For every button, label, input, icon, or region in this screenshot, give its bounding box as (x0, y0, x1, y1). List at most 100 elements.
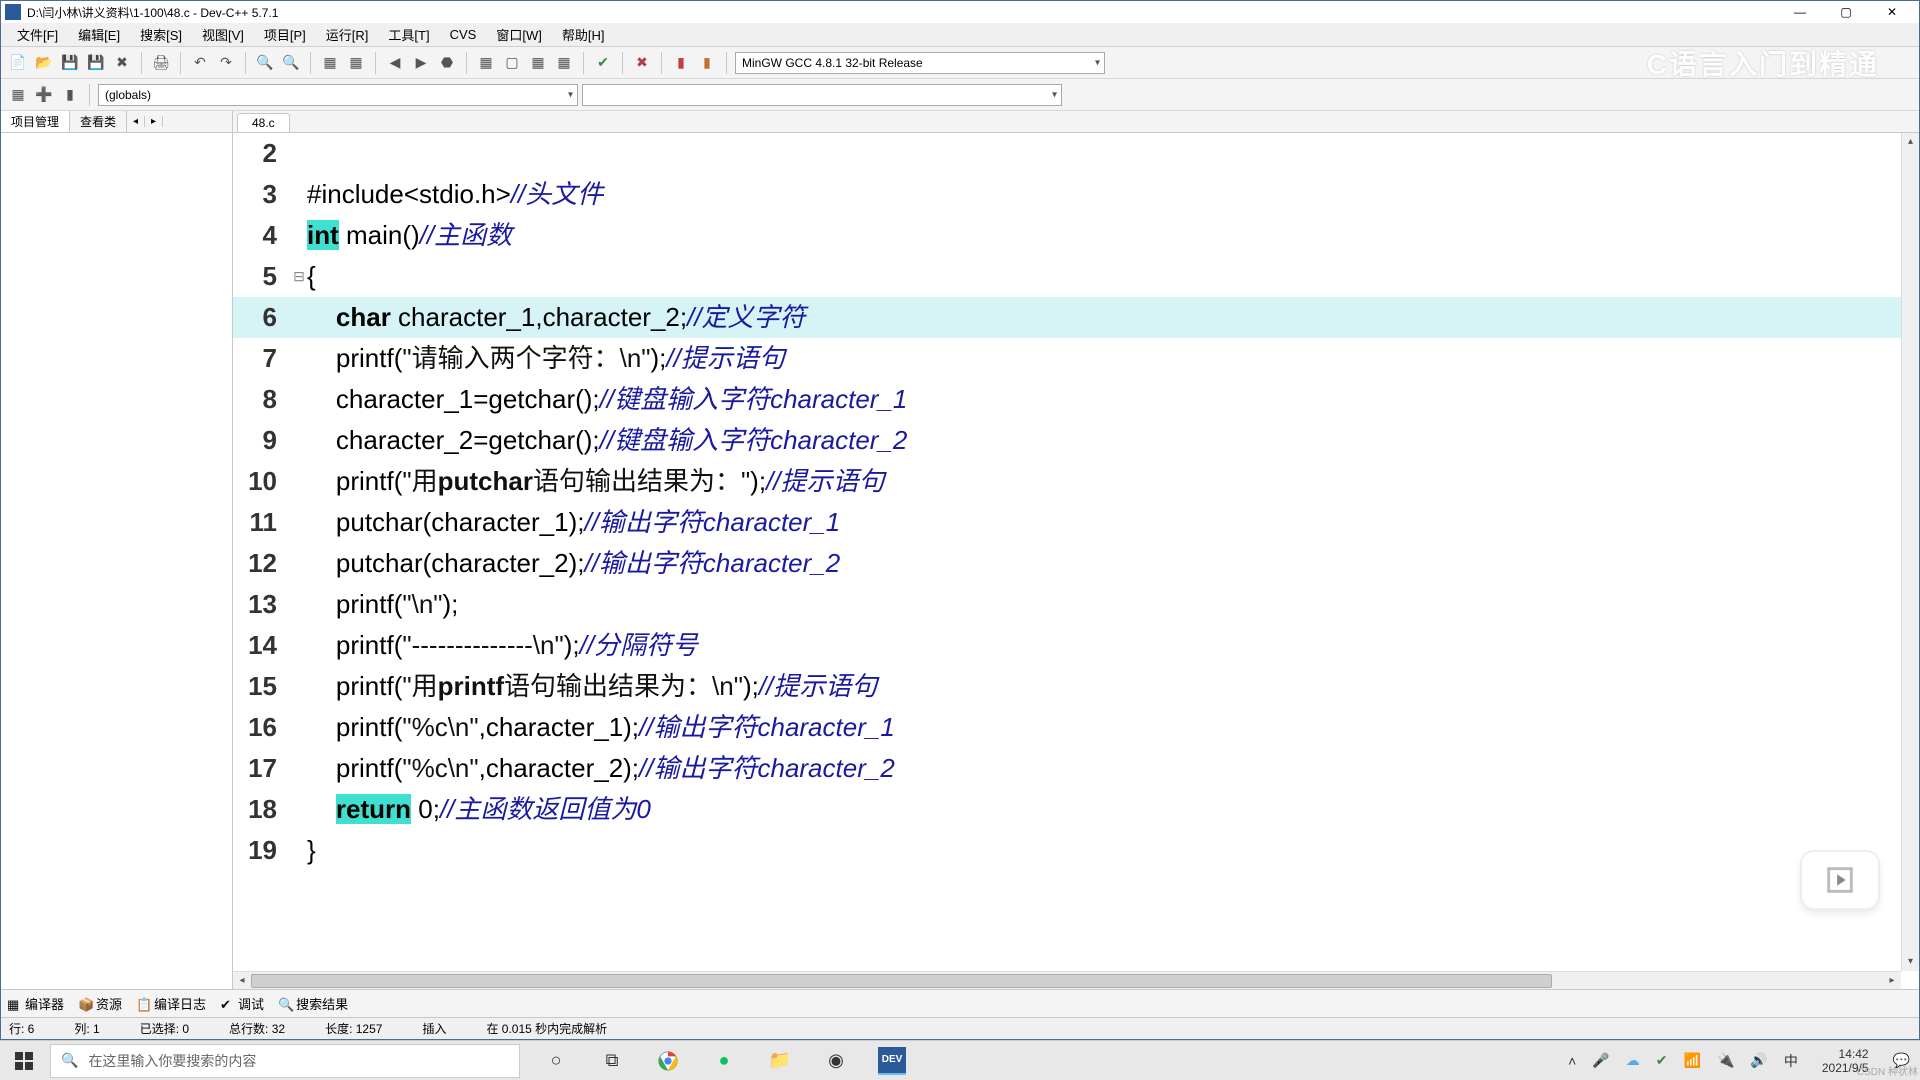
code-line[interactable]: 15 printf("用printf语句输出结果为：\n");//提示语句 (233, 666, 1901, 707)
close-file-icon[interactable]: ✖ (111, 52, 133, 74)
code-line[interactable]: 14 printf("--------------\n");//分隔符号 (233, 625, 1901, 666)
output-tab[interactable]: 🔍搜索结果 (278, 994, 348, 1013)
code-line[interactable]: 18 return 0;//主函数返回值为0 (233, 789, 1901, 830)
menu-item[interactable]: 运行[R] (316, 23, 379, 46)
output-tab[interactable]: ✔调试 (220, 994, 264, 1013)
new-file-icon[interactable]: 📄 (7, 52, 29, 74)
minimize-button[interactable]: — (1777, 1, 1823, 23)
output-tab[interactable]: ▦编译器 (7, 994, 64, 1013)
horizontal-scrollbar[interactable]: ◂ ▸ (233, 971, 1901, 989)
save-icon[interactable]: 💾 (59, 52, 81, 74)
obs-icon[interactable]: ◉ (822, 1047, 850, 1075)
code-line[interactable]: 19} (233, 830, 1901, 871)
code-line[interactable]: 2 (233, 133, 1901, 174)
scroll-up-icon[interactable]: ▴ (1902, 133, 1919, 151)
insert-icon[interactable]: ➕ (33, 84, 55, 106)
hscroll-thumb[interactable] (251, 974, 1552, 988)
menu-item[interactable]: 工具[T] (378, 23, 439, 46)
microphone-icon[interactable]: 🎤 (1592, 1052, 1609, 1069)
menu-item[interactable]: 文件[F] (7, 23, 68, 46)
code-line[interactable]: 11 putchar(character_1);//输出字符character_… (233, 502, 1901, 543)
sidebar-tab-classes[interactable]: 查看类 (70, 111, 127, 132)
line-number: 6 (233, 297, 291, 338)
code-line[interactable]: 16 printf("%c\n",character_1);//输出字符char… (233, 707, 1901, 748)
power-icon[interactable]: 🔌 (1717, 1052, 1734, 1069)
code-line[interactable]: 17 printf("%c\n",character_2);//输出字符char… (233, 748, 1901, 789)
ime-indicator[interactable]: 中 (1784, 1051, 1798, 1071)
menu-item[interactable]: CVS (440, 25, 487, 44)
chart2-icon[interactable]: ▮ (696, 52, 718, 74)
code-token: //主函数返回值为0 (440, 794, 651, 824)
globals-select[interactable]: (globals) ▾ (98, 84, 578, 106)
output-tab[interactable]: 📦资源 (78, 994, 122, 1013)
output-tab[interactable]: 📋编译日志 (136, 994, 206, 1013)
code-line[interactable]: 6 char character_1,character_2;//定义字符 (233, 297, 1901, 338)
volume-icon[interactable]: 🔊 (1750, 1052, 1767, 1069)
security-icon[interactable]: ✔ (1656, 1052, 1668, 1069)
taskview-icon[interactable]: ⧉ (598, 1047, 626, 1075)
scroll-right-icon[interactable]: ▸ (1883, 960, 1901, 989)
scroll-left-icon[interactable]: ◂ (233, 960, 251, 989)
save-all-icon[interactable]: 💾 (85, 52, 107, 74)
check-icon[interactable]: ✔ (592, 52, 614, 74)
stop-icon[interactable]: ✖ (631, 52, 653, 74)
onedrive-icon[interactable]: ☁ (1626, 1052, 1640, 1069)
code-line[interactable]: 7 printf("请输入两个字符：\n");//提示语句 (233, 338, 1901, 379)
replace-icon[interactable]: 🔍 (280, 52, 302, 74)
code-line[interactable]: 13 printf("\n"); (233, 584, 1901, 625)
new-project-icon[interactable]: ▦ (7, 84, 29, 106)
run-icon[interactable]: ▦ (345, 52, 367, 74)
code-line[interactable]: 9 character_2=getchar();//键盘输入字符characte… (233, 420, 1901, 461)
chart1-icon[interactable]: ▮ (670, 52, 692, 74)
vertical-scrollbar[interactable]: ▴ ▾ (1901, 133, 1919, 971)
menu-item[interactable]: 帮助[H] (552, 23, 615, 46)
menu-item[interactable]: 项目[P] (254, 23, 316, 46)
code-token: //提示语句 (766, 466, 884, 496)
nav-fwd-icon[interactable]: ▶ (410, 52, 432, 74)
compiler-select[interactable]: MinGW GCC 4.8.1 32-bit Release ▾ (735, 52, 1105, 74)
code-line[interactable]: 4int main()//主函数 (233, 215, 1901, 256)
nav-back-icon[interactable]: ◀ (384, 52, 406, 74)
compile-icon[interactable]: ▦ (319, 52, 341, 74)
open-file-icon[interactable]: 📂 (33, 52, 55, 74)
explorer-icon[interactable]: 📁 (766, 1047, 794, 1075)
menu-item[interactable]: 编辑[E] (68, 23, 130, 46)
menu-item[interactable]: 窗口[W] (486, 23, 552, 46)
devcpp-taskbar-icon[interactable]: DEV (878, 1047, 906, 1075)
code-line[interactable]: 8 character_1=getchar();//键盘输入字符characte… (233, 379, 1901, 420)
menu-item[interactable]: 搜索[S] (130, 23, 192, 46)
bookmark2-icon[interactable]: ▮ (59, 84, 81, 106)
undo-icon[interactable]: ↶ (189, 52, 211, 74)
tray-expand-icon[interactable]: ˄ (1568, 1053, 1576, 1069)
find-icon[interactable]: 🔍 (254, 52, 276, 74)
bookmark-icon[interactable]: ⬣ (436, 52, 458, 74)
grid4-icon[interactable]: ▦ (553, 52, 575, 74)
close-button[interactable]: ✕ (1869, 1, 1915, 23)
taskbar-search[interactable]: 🔍 在这里输入你要搜索的内容 (50, 1044, 520, 1078)
fold-marker[interactable]: ⊟ (291, 256, 307, 297)
wifi-icon[interactable]: 📶 (1684, 1052, 1701, 1069)
code-line[interactable]: 10 printf("用putchar语句输出结果为：");//提示语句 (233, 461, 1901, 502)
chrome-icon[interactable] (654, 1047, 682, 1075)
wechat-icon[interactable]: ● (710, 1047, 738, 1075)
maximize-button[interactable]: ▢ (1823, 1, 1869, 23)
sidebar-tab-project[interactable]: 项目管理 (1, 111, 70, 132)
grid2-icon[interactable]: ▢ (501, 52, 523, 74)
members-select[interactable]: ▾ (582, 84, 1062, 106)
cortana-icon[interactable]: ○ (542, 1047, 570, 1075)
code-editor[interactable]: 23#include<stdio.h>//头文件4int main()//主函数… (233, 133, 1919, 989)
print-icon[interactable]: 🖨 (150, 52, 172, 74)
scroll-down-icon[interactable]: ▾ (1902, 953, 1919, 971)
grid1-icon[interactable]: ▦ (475, 52, 497, 74)
code-line[interactable]: 3#include<stdio.h>//头文件 (233, 174, 1901, 215)
grid3-icon[interactable]: ▦ (527, 52, 549, 74)
code-line[interactable]: 5⊟{ (233, 256, 1901, 297)
code-line[interactable]: 12 putchar(character_2);//输出字符character_… (233, 543, 1901, 584)
redo-icon[interactable]: ↷ (215, 52, 237, 74)
menu-item[interactable]: 视图[V] (192, 23, 254, 46)
video-replay-button[interactable] (1800, 850, 1880, 910)
sidebar-tab-next[interactable]: ▸ (145, 116, 163, 127)
start-button[interactable] (0, 1041, 48, 1080)
doc-tab-current[interactable]: 48.c (237, 113, 290, 132)
sidebar-tab-prev[interactable]: ◂ (127, 116, 145, 127)
